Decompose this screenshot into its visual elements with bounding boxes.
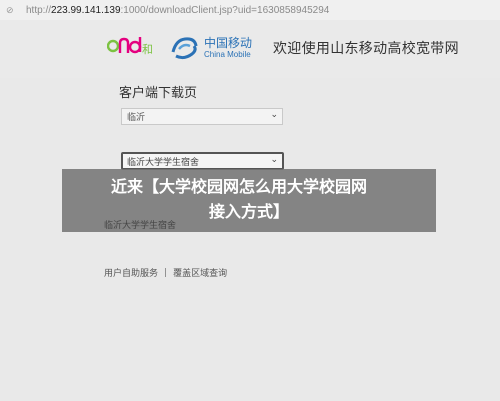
selected-network-name: 临沂大学学生宿舍 bbox=[104, 221, 177, 231]
dorm-select[interactable]: 临沂大学学生宿舍 ⌄ bbox=[121, 152, 284, 170]
self-service-link[interactable]: 用户自助服务 bbox=[104, 266, 158, 279]
china-mobile-logo: 中国移动 China Mobile bbox=[170, 34, 266, 64]
overlay-line-1: 近来【大学校园网怎么用大学校园网 bbox=[110, 177, 367, 196]
page-title: 客户端下载页 bbox=[119, 86, 198, 101]
footer-separator: | bbox=[164, 267, 168, 278]
url-host: 223.99.141.139 bbox=[51, 4, 121, 16]
china-mobile-en: China Mobile bbox=[204, 50, 251, 59]
address-bar[interactable]: ⊘ http://223.99.141.139:1000/downloadCli… bbox=[0, 0, 500, 21]
city-select[interactable]: 临沂 ⌄ bbox=[121, 108, 283, 125]
url-path: :1000/downloadClient.jsp?uid=16308589452… bbox=[120, 4, 330, 16]
city-select-value: 临沂 bbox=[127, 113, 146, 123]
coverage-query-link[interactable]: 覆盖区域查询 bbox=[173, 266, 227, 279]
and-brand-logo: 和 bbox=[107, 37, 153, 56]
overlay-title: 近来【大学校园网怎么用大学校园网 接入方式】 bbox=[62, 174, 436, 224]
url-scheme: http:// bbox=[26, 4, 52, 16]
chevron-down-icon: ⌄ bbox=[270, 155, 278, 165]
china-mobile-cn: 中国移动 bbox=[204, 36, 253, 50]
footer-links: 用户自助服务 | 覆盖区域查询 bbox=[104, 266, 227, 280]
welcome-heading: 欢迎使用山东移动高校宽带网 bbox=[273, 41, 459, 57]
svg-text:和: 和 bbox=[142, 43, 153, 56]
china-mobile-icon bbox=[171, 37, 198, 60]
dorm-select-value: 临沂大学学生宿舍 bbox=[127, 157, 200, 168]
not-secure-icon[interactable]: ⊘ bbox=[6, 5, 20, 16]
chevron-down-icon: ⌄ bbox=[270, 110, 278, 120]
